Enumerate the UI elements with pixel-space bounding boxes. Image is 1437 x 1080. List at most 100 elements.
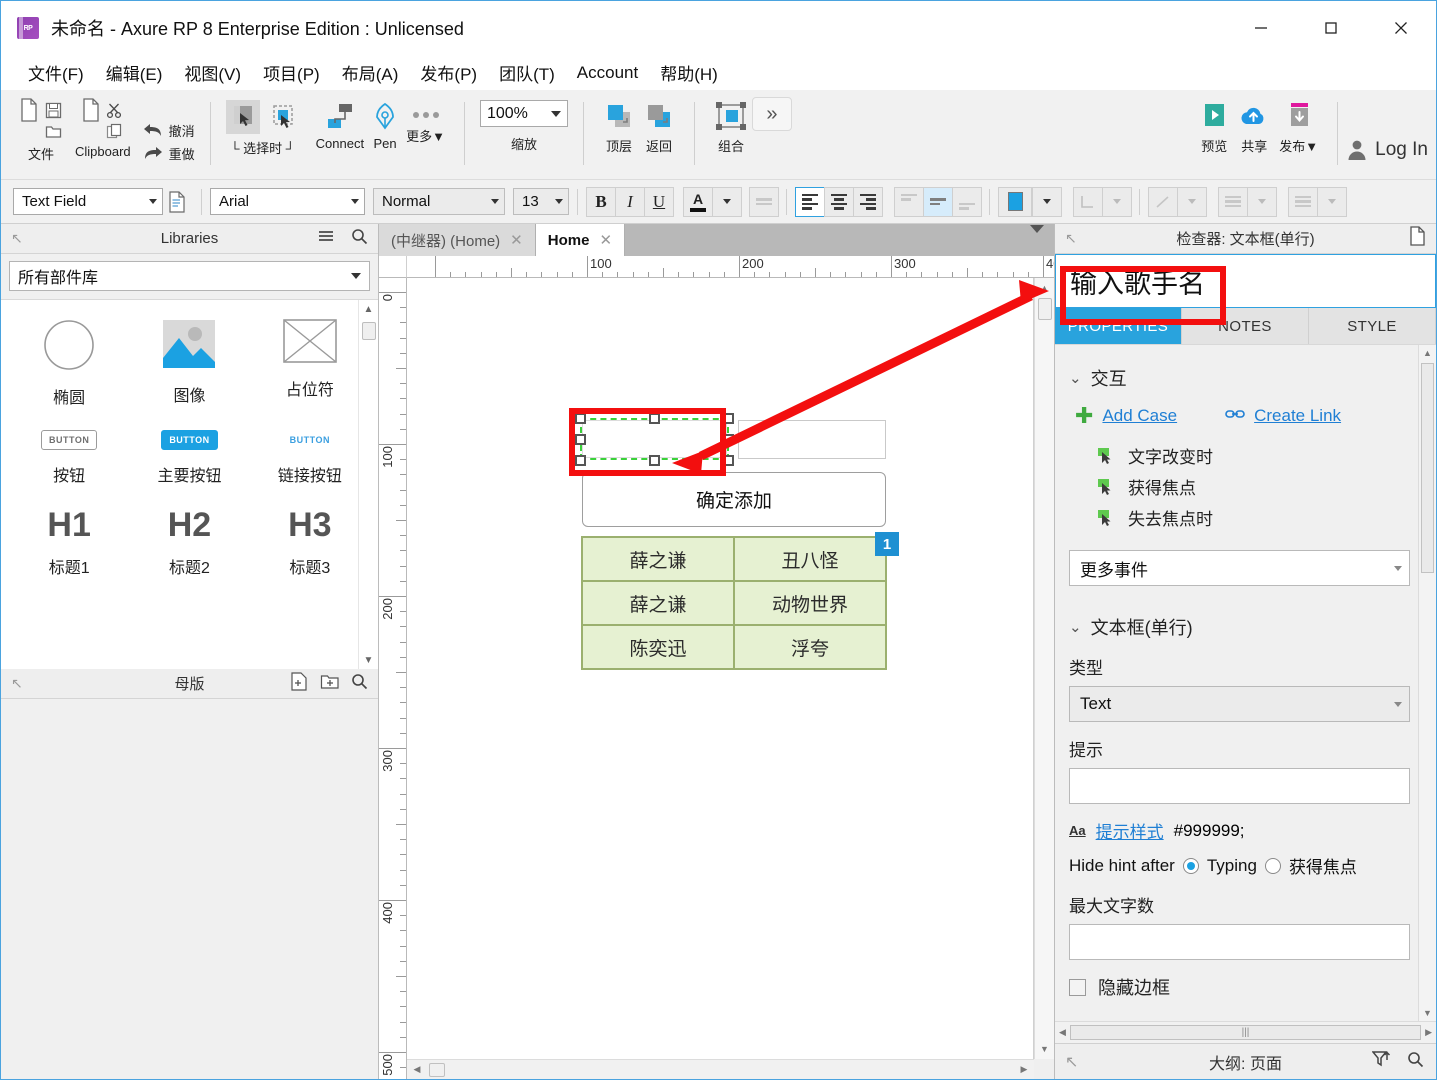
close-button[interactable] <box>1366 1 1436 55</box>
font-color-button[interactable]: A <box>683 186 713 217</box>
undo-button[interactable]: 撤消 <box>143 121 195 140</box>
section-interactions[interactable]: ⌄ 交互 <box>1069 365 1410 391</box>
scroll-down-icon[interactable]: ▼ <box>1035 1039 1054 1059</box>
canvas-horizontal-scrollbar[interactable]: ◀ ▶ <box>407 1059 1034 1079</box>
tab-home[interactable]: Home ✕ <box>535 224 626 256</box>
chevron-down-icon[interactable] <box>351 199 359 204</box>
open-folder-icon[interactable] <box>43 121 63 141</box>
font-family-combo[interactable]: Arial <box>210 188 365 215</box>
tabs-overflow-icon[interactable] <box>1030 225 1044 251</box>
close-icon[interactable]: ✕ <box>599 231 612 249</box>
search-icon[interactable] <box>1407 1051 1424 1073</box>
library-item-placeholder[interactable]: 占位符 <box>250 318 370 408</box>
tab-repeater-home[interactable]: (中继器) (Home) ✕ <box>379 224 536 256</box>
menu-help[interactable]: 帮助(H) <box>649 57 729 88</box>
chevron-down-icon[interactable]: ⌄ <box>1069 369 1082 387</box>
page-icon[interactable] <box>1409 226 1426 251</box>
search-icon[interactable] <box>351 673 368 694</box>
scroll-up-icon[interactable]: ▲ <box>359 300 378 318</box>
border-width-dropdown[interactable] <box>1177 186 1207 217</box>
library-item-primary-button[interactable]: BUTTON 主要按钮 <box>129 430 249 486</box>
collapse-arrow-icon[interactable]: ↖ <box>11 230 23 247</box>
align-top-button[interactable] <box>894 186 924 217</box>
scroll-right-icon[interactable]: ▶ <box>1014 1060 1034 1079</box>
library-item-h3[interactable]: H3 标题3 <box>250 508 370 578</box>
publish-button[interactable]: 发布▼ <box>1275 94 1322 157</box>
select-mode-button[interactable] <box>225 100 260 134</box>
library-item-ellipse[interactable]: 椭圆 <box>9 318 129 408</box>
library-selector[interactable]: 所有部件库 <box>9 261 370 291</box>
font-weight-combo[interactable]: Normal <box>373 188 505 215</box>
table-row[interactable]: 陈奕迅 浮夸 <box>582 625 886 669</box>
arrow-style-button[interactable] <box>1288 186 1318 217</box>
search-icon[interactable] <box>351 228 368 250</box>
add-case-link[interactable]: Add Case <box>1102 406 1177 426</box>
canvas-area[interactable]: 确定添加 薛之谦 丑八怪 薛之谦 动物世界 陈奕迅 浮夸 1 ▲ ▼ ◀ ▶ <box>407 278 1054 1079</box>
hide-border-checkbox[interactable] <box>1069 978 1086 996</box>
event-got-focus[interactable]: 获得焦点 <box>1097 474 1410 499</box>
chevron-down-icon[interactable] <box>351 273 361 279</box>
resize-handle-sw[interactable] <box>575 455 586 466</box>
more-tools-button[interactable]: 更多▼ <box>402 94 449 147</box>
align-bottom-button[interactable] <box>952 186 982 217</box>
align-center-button[interactable] <box>824 186 854 217</box>
library-item-h1[interactable]: H1 标题1 <box>9 508 129 578</box>
scroll-down-icon[interactable]: ▼ <box>359 651 378 669</box>
resize-handle-n[interactable] <box>649 413 660 424</box>
menu-team[interactable]: 团队(T) <box>488 57 566 88</box>
send-to-back-button[interactable]: 返回 <box>639 94 679 157</box>
close-icon[interactable]: ✕ <box>510 231 523 249</box>
more-events-combo[interactable]: 更多事件 <box>1069 550 1410 586</box>
resize-handle-nw[interactable] <box>575 413 586 424</box>
event-lost-focus[interactable]: 失去焦点时 <box>1097 505 1410 530</box>
chevron-down-icon[interactable] <box>149 199 157 204</box>
scrollbar-thumb[interactable] <box>362 322 376 340</box>
minimize-button[interactable] <box>1226 1 1296 55</box>
tab-properties[interactable]: PROPERTIES <box>1055 308 1182 344</box>
chevron-down-icon[interactable] <box>1394 701 1402 707</box>
collapse-arrow-icon[interactable]: ↖ <box>1065 230 1077 247</box>
chevron-down-icon[interactable] <box>550 110 561 117</box>
tab-style[interactable]: STYLE <box>1309 308 1436 344</box>
share-button[interactable]: 共享 <box>1233 94 1275 157</box>
menu-edit[interactable]: 编辑(E) <box>95 57 174 88</box>
resize-handle-se[interactable] <box>723 455 734 466</box>
chevron-down-icon[interactable] <box>491 199 499 204</box>
table-cell[interactable]: 动物世界 <box>734 581 886 625</box>
align-right-button[interactable] <box>853 186 883 217</box>
inspector-horizontal-scrollbar[interactable]: ◀ ||| ▶ <box>1055 1021 1436 1043</box>
font-size-combo[interactable]: 13 <box>513 188 569 215</box>
table-cell[interactable]: 薛之谦 <box>582 537 734 581</box>
max-length-input[interactable] <box>1069 924 1410 960</box>
align-middle-button[interactable] <box>923 186 953 217</box>
bold-button[interactable]: B <box>586 186 616 217</box>
add-folder-icon[interactable] <box>320 673 339 694</box>
line-spacing-button[interactable] <box>749 186 779 217</box>
chevron-down-icon[interactable]: ⌄ <box>1069 618 1082 636</box>
table-row[interactable]: 薛之谦 动物世界 <box>582 581 886 625</box>
arrow-style-dropdown[interactable] <box>1317 186 1347 217</box>
connect-button[interactable]: Connect <box>312 94 368 153</box>
scrollbar-thumb[interactable] <box>1421 363 1434 573</box>
create-link-button[interactable]: Create Link <box>1225 406 1341 426</box>
type-combo[interactable]: Text <box>1069 686 1410 722</box>
underline-button[interactable]: U <box>644 186 674 217</box>
add-master-icon[interactable] <box>290 672 308 695</box>
align-left-button[interactable] <box>795 186 825 217</box>
menu-account[interactable]: Account <box>566 60 649 86</box>
hamburger-icon[interactable] <box>317 228 335 250</box>
scroll-right-icon[interactable]: ▶ <box>1425 1027 1432 1038</box>
table-row[interactable]: 薛之谦 丑八怪 <box>582 537 886 581</box>
resize-handle-ne[interactable] <box>723 413 734 424</box>
line-style-dropdown[interactable] <box>1247 186 1277 217</box>
library-item-h2[interactable]: H2 标题2 <box>129 508 249 578</box>
scroll-up-icon[interactable]: ▲ <box>1035 278 1054 298</box>
inspector-scrollbar[interactable]: ▲ ▼ <box>1418 345 1436 1021</box>
bring-to-front-button[interactable]: 顶层 <box>599 94 639 157</box>
table-cell[interactable]: 浮夸 <box>734 625 886 669</box>
paste-icon[interactable] <box>81 98 101 122</box>
font-color-dropdown[interactable] <box>712 186 742 217</box>
table-cell[interactable]: 丑八怪 <box>734 537 886 581</box>
new-file-icon[interactable] <box>19 98 39 122</box>
resize-handle-e[interactable] <box>723 434 734 445</box>
